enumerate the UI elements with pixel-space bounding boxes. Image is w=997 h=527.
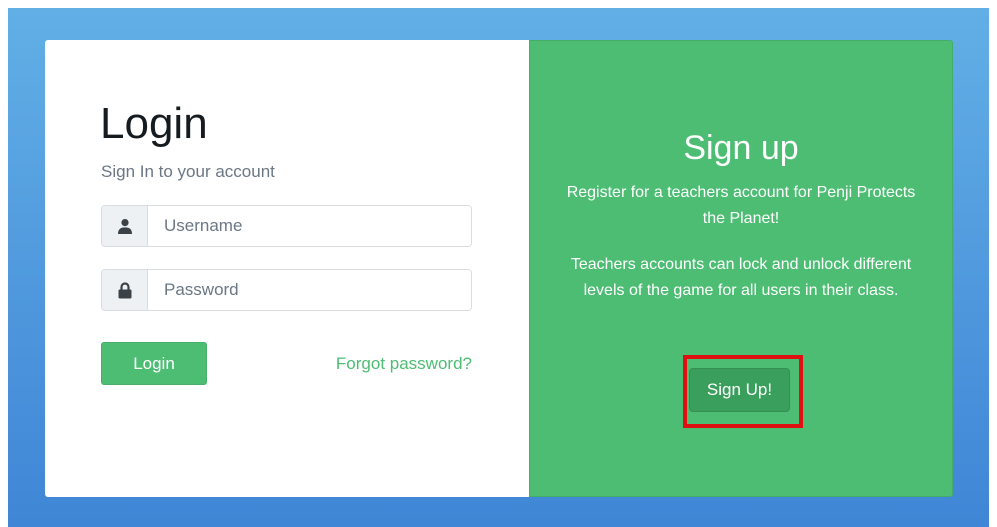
password-input[interactable] xyxy=(148,270,471,310)
password-input-group xyxy=(101,269,472,311)
login-title: Login xyxy=(100,99,208,148)
signup-teacher-info: Teachers accounts can lock and unlock di… xyxy=(570,256,912,299)
username-input-group xyxy=(101,205,472,247)
forgot-password-link[interactable]: Forgot password? xyxy=(336,354,472,374)
login-card: Login Sign In to your account Login Forg… xyxy=(45,40,529,497)
lock-icon xyxy=(102,270,148,310)
username-input[interactable] xyxy=(148,206,471,246)
user-icon xyxy=(102,206,148,246)
signup-title: Sign up xyxy=(683,129,799,167)
signup-description: Register for a teachers account for Penj… xyxy=(566,184,916,227)
login-subtitle: Sign In to your account xyxy=(101,162,275,181)
signup-card: Sign up Register for a teachers account … xyxy=(529,40,953,497)
signup-button[interactable]: Sign Up! xyxy=(689,368,790,412)
login-button[interactable]: Login xyxy=(101,342,207,385)
